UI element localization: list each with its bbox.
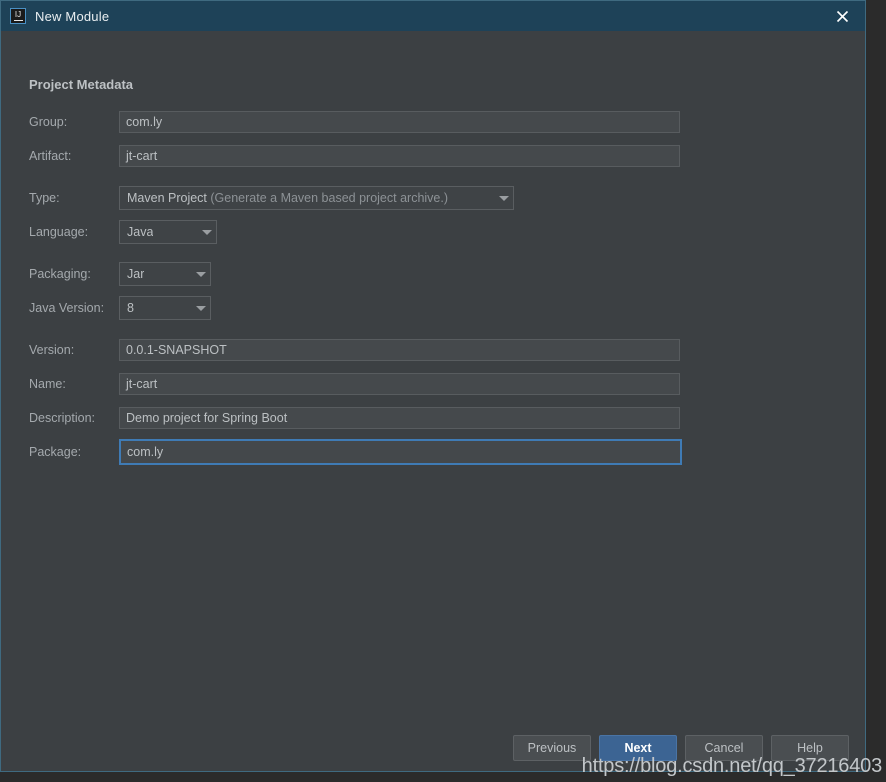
label-package: Package: [29,445,82,459]
field-row-java-version: Java Version: 8 [29,296,211,320]
label-type: Type: [29,191,60,205]
watermark-text: https://blog.csdn.net/qq_37216403 [581,755,883,777]
package-input[interactable]: com.ly [119,439,682,465]
field-row-language: Language: Java [29,220,217,244]
chevron-down-icon [202,229,212,235]
chevron-down-icon [196,305,206,311]
dialog-titlebar: IJ New Module [1,1,865,31]
page-title: Project Metadata [29,77,134,92]
artifact-input[interactable]: jt-cart [119,145,680,167]
close-icon[interactable] [819,1,865,31]
java-version-value: 8 [127,301,134,315]
type-dropdown[interactable]: Maven Project (Generate a Maven based pr… [119,186,514,210]
packaging-value: Jar [127,267,145,281]
dialog-title: New Module [35,8,110,24]
chevron-down-icon [196,271,206,277]
type-value: Maven Project [127,191,207,205]
version-input[interactable]: 0.0.1-SNAPSHOT [119,339,680,361]
field-row-type: Type: Maven Project (Generate a Maven ba… [29,186,514,210]
field-row-group: Group: com.ly [29,110,680,134]
label-artifact: Artifact: [29,149,72,163]
intellij-idea-icon: IJ [10,8,26,24]
field-row-version: Version: 0.0.1-SNAPSHOT [29,338,680,362]
new-module-dialog: IJ New Module Project Metadata Group: co… [0,0,866,772]
field-row-description: Description: Demo project for Spring Boo… [29,406,680,430]
label-packaging: Packaging: [29,267,91,281]
field-row-name: Name: jt-cart [29,372,680,396]
java-version-dropdown[interactable]: 8 [119,296,211,320]
label-language: Language: [29,225,89,239]
type-value-note: (Generate a Maven based project archive.… [210,191,449,205]
label-description: Description: [29,411,95,425]
description-input[interactable]: Demo project for Spring Boot [119,407,680,429]
label-version: Version: [29,343,75,357]
dialog-body: Project Metadata Group: com.ly Artifact:… [1,31,865,771]
name-input[interactable]: jt-cart [119,373,680,395]
label-name: Name: [29,377,66,391]
chevron-down-icon [499,195,509,201]
label-java-version: Java Version: [29,301,105,315]
label-group: Group: [29,115,68,129]
packaging-dropdown[interactable]: Jar [119,262,211,286]
field-row-artifact: Artifact: jt-cart [29,144,680,168]
previous-button[interactable]: Previous [513,735,591,761]
language-value: Java [127,225,154,239]
group-input[interactable]: com.ly [119,111,680,133]
field-row-package: Package: com.ly [29,439,682,465]
language-dropdown[interactable]: Java [119,220,217,244]
field-row-packaging: Packaging: Jar [29,262,211,286]
